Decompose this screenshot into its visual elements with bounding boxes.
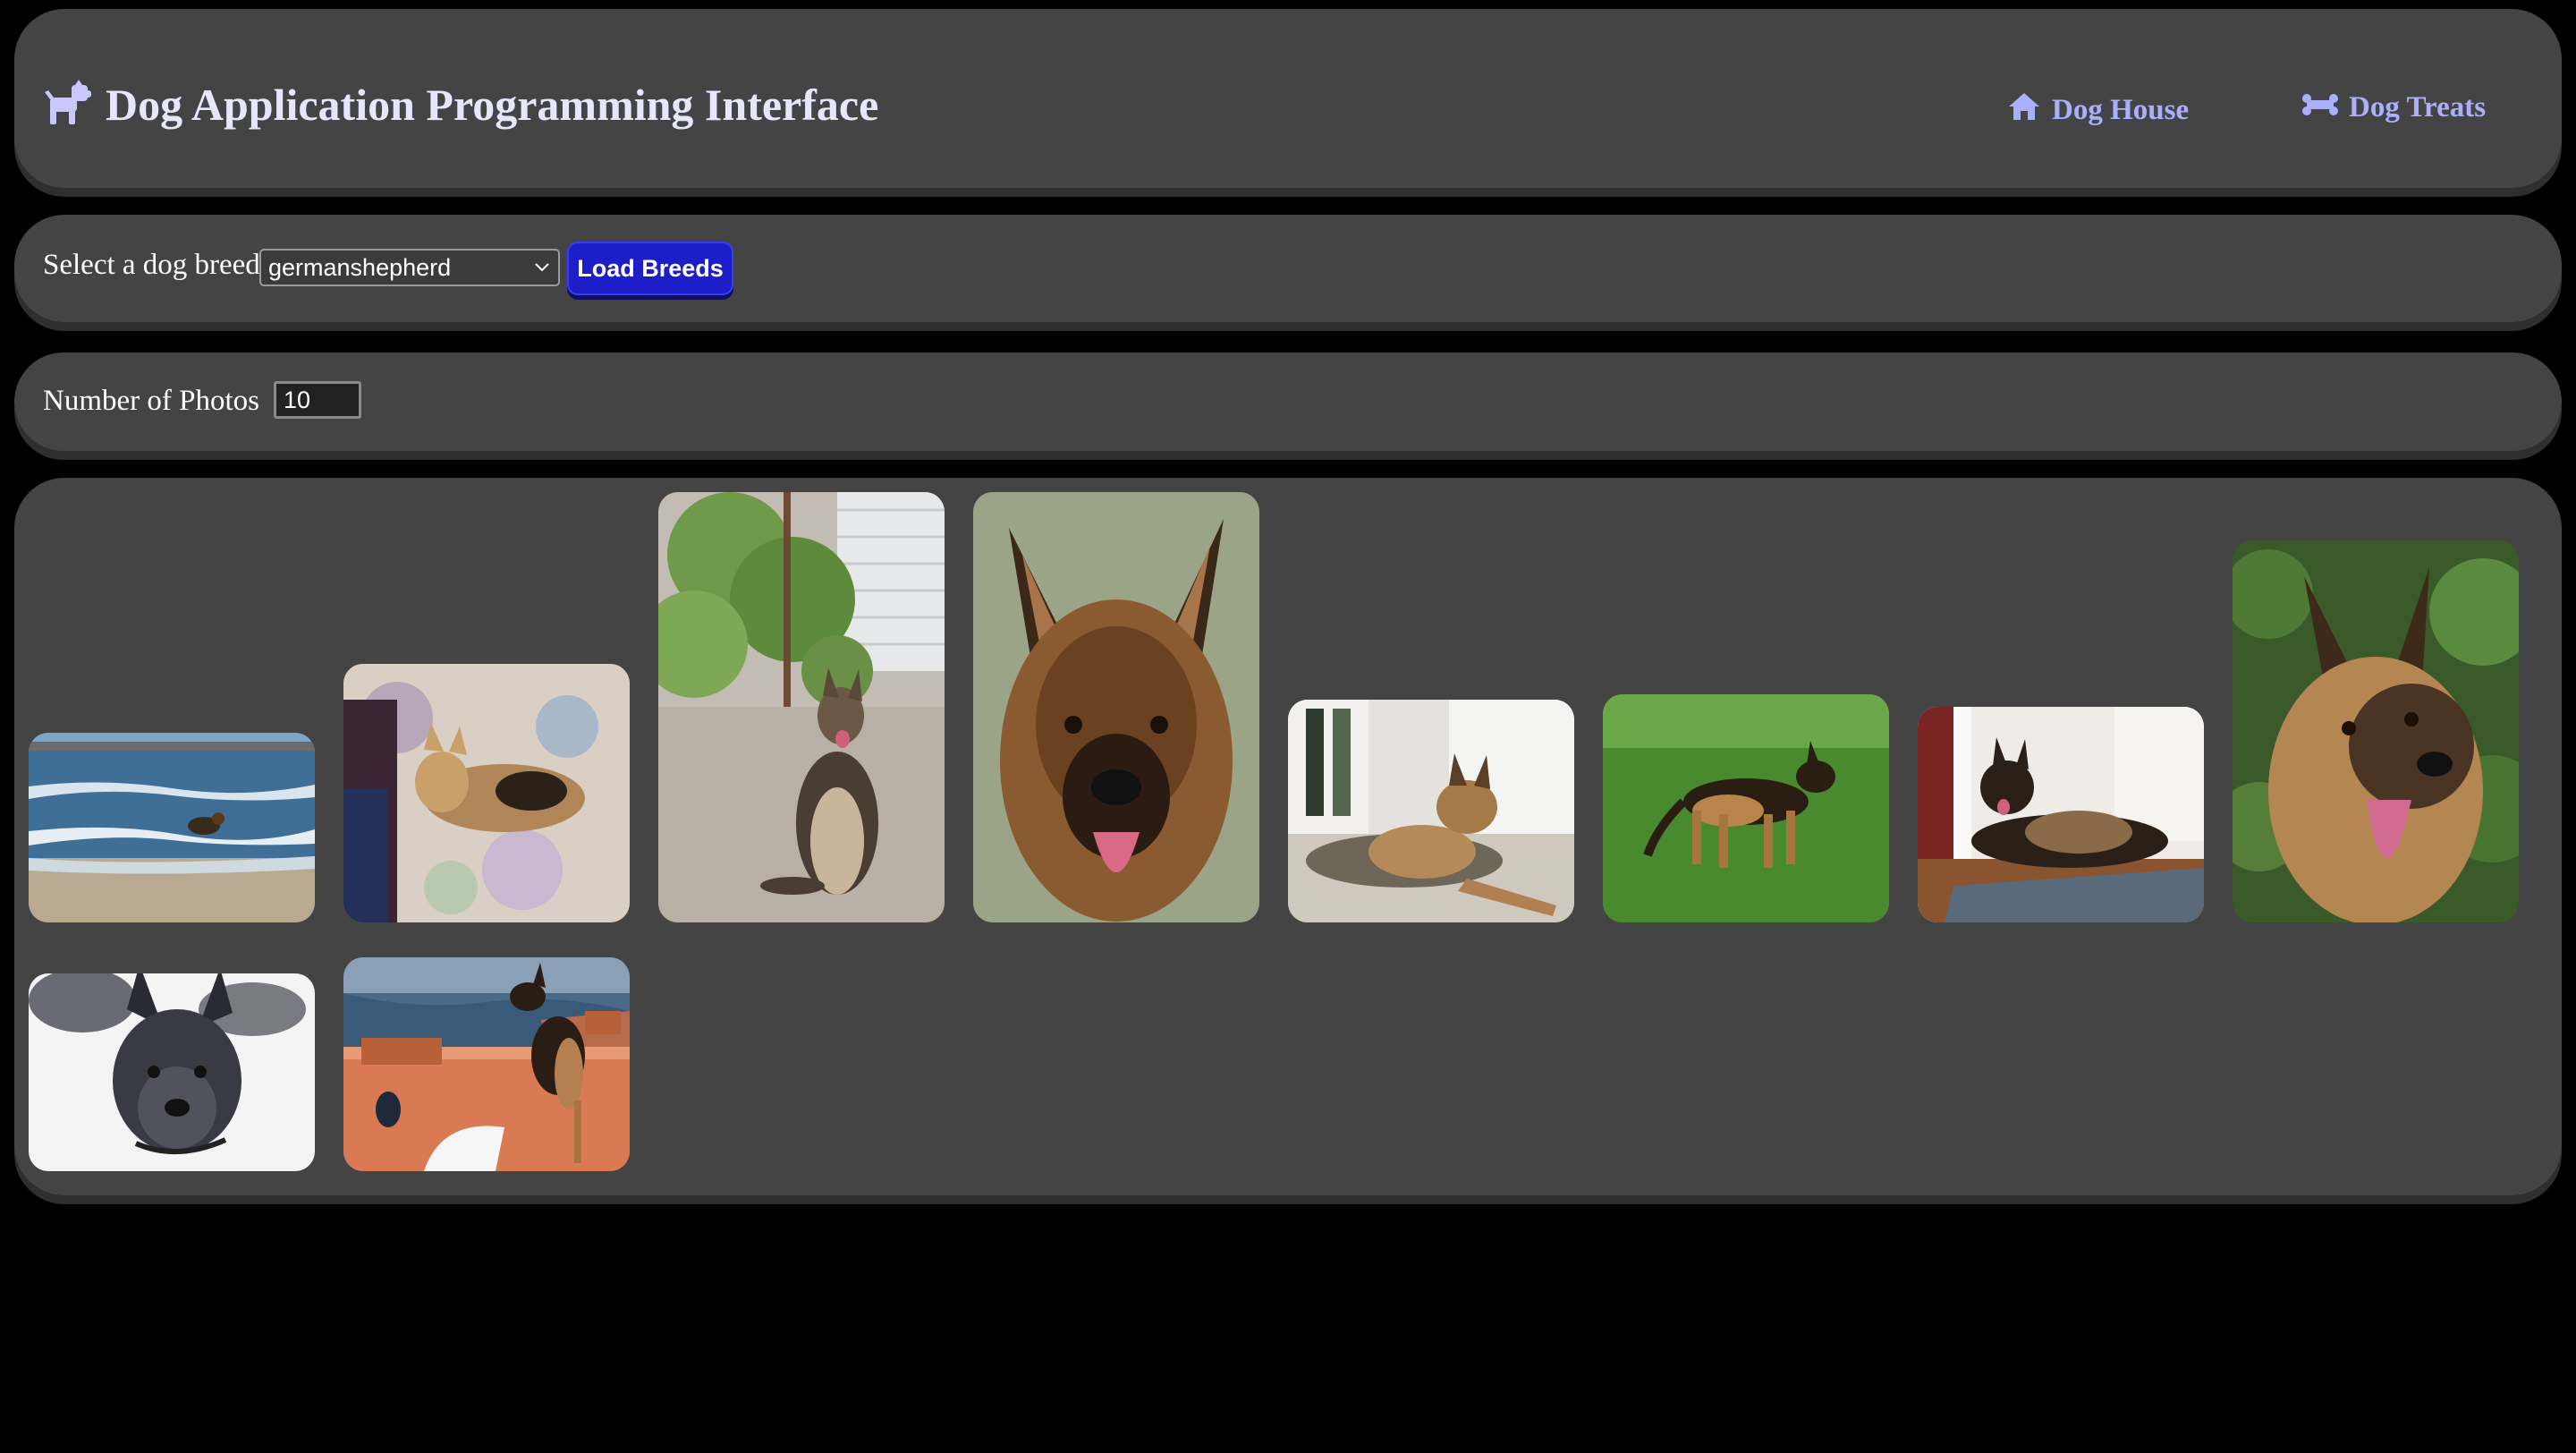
- dog-photo[interactable]: [29, 973, 315, 1171]
- breed-select[interactable]: germanshepherd: [259, 249, 560, 286]
- photo-gallery: [14, 478, 2562, 1195]
- breed-select-label: Select a dog breed: [43, 249, 260, 281]
- nav-dog-treats-label: Dog Treats: [2349, 91, 2487, 123]
- photo-count-panel: Number of Photos 10: [14, 353, 2562, 451]
- breed-select-value: germanshepherd: [268, 253, 452, 281]
- bone-icon: [2302, 91, 2338, 124]
- dog-photo[interactable]: [1288, 700, 1574, 922]
- dog-photo[interactable]: [1603, 694, 1889, 922]
- brand: Dog Application Programming Interface: [43, 79, 878, 131]
- breed-selection-panel: Select a dog breed germanshepherd Load B…: [14, 215, 2562, 322]
- dog-photo[interactable]: [29, 733, 315, 922]
- load-breeds-button[interactable]: Load Breeds: [567, 242, 733, 295]
- dog-photo[interactable]: [973, 492, 1259, 922]
- dog-photo[interactable]: [343, 664, 630, 922]
- photo-count-label: Number of Photos: [43, 385, 259, 417]
- page-title: Dog Application Programming Interface: [106, 80, 879, 130]
- dog-photo[interactable]: [658, 492, 945, 922]
- nav-dog-treats-link[interactable]: Dog Treats: [2302, 91, 2486, 124]
- dog-photo[interactable]: [1918, 707, 2204, 922]
- photo-count-input[interactable]: 10: [274, 381, 361, 419]
- dog-photo[interactable]: [2233, 540, 2519, 922]
- dog-photo[interactable]: [343, 957, 630, 1171]
- nav-dog-house-link[interactable]: Dog House: [2007, 91, 2189, 130]
- nav-dog-house-label: Dog House: [2052, 94, 2190, 126]
- dog-icon: [43, 79, 93, 131]
- chevron-down-icon: [533, 254, 551, 282]
- house-icon: [2007, 91, 2041, 130]
- header-bar: Dog Application Programming Interface Do…: [14, 9, 2562, 188]
